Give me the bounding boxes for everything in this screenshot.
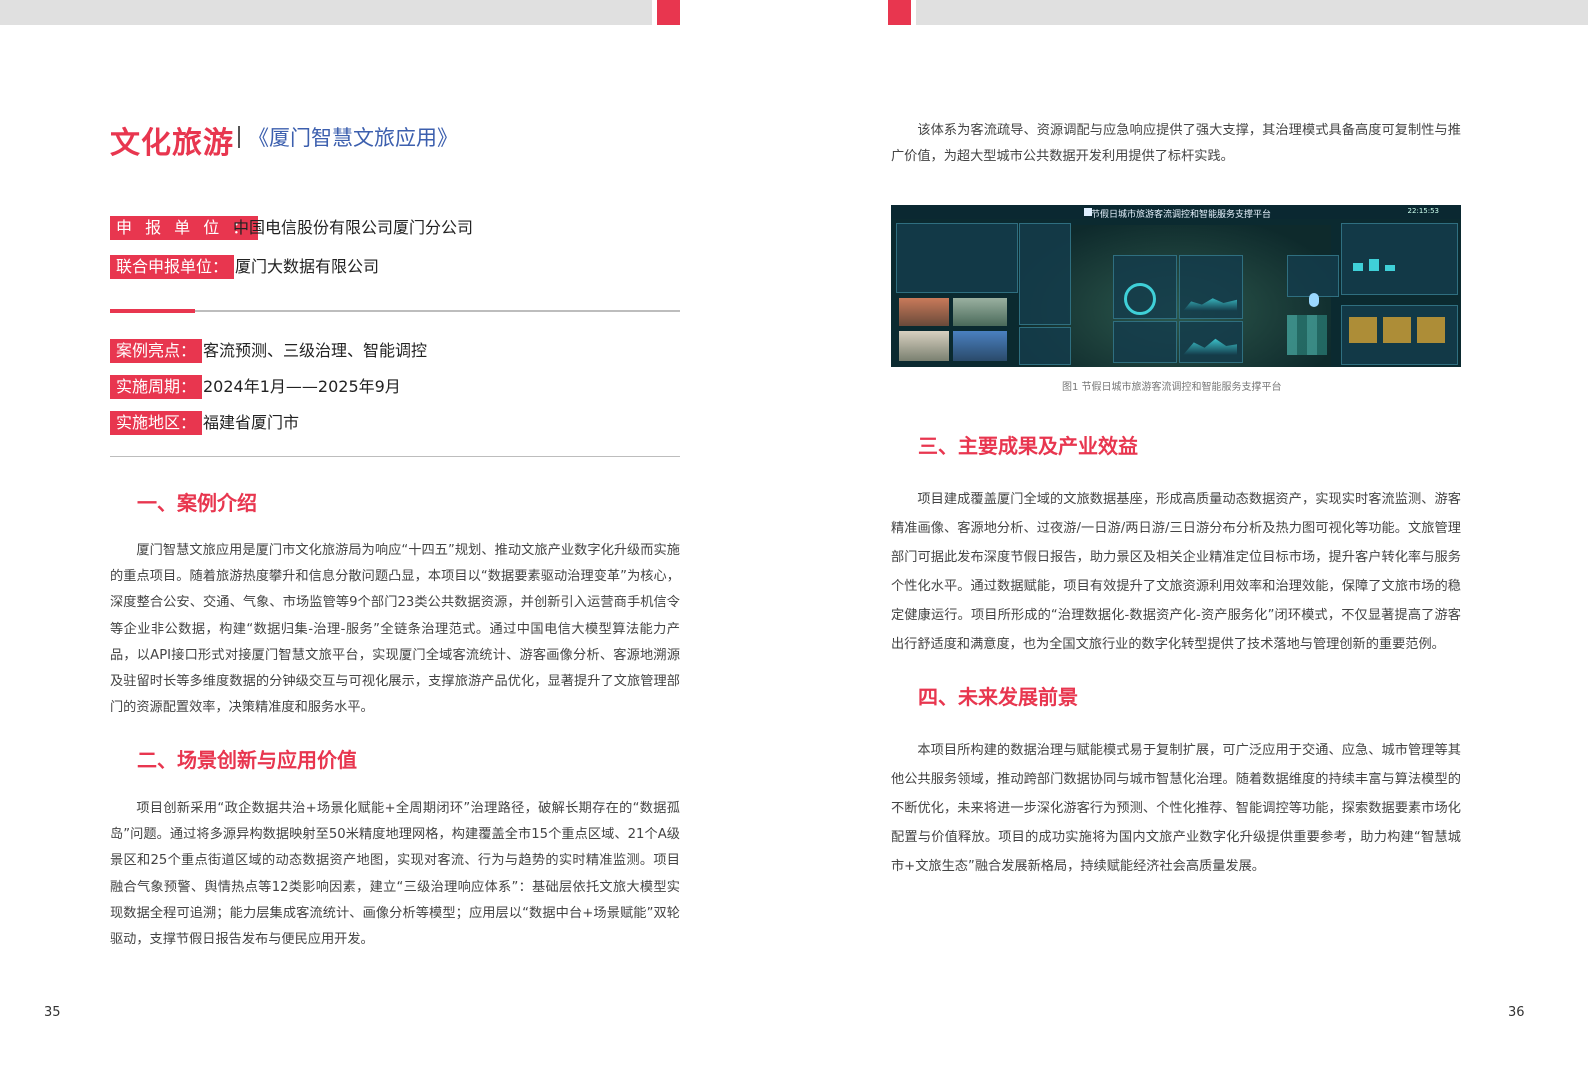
scenic-photo [899,298,949,326]
divider-thin [110,456,680,457]
period-label: 实施周期： [110,375,203,399]
dashboard-screenshot: 节假日城市旅游客流调控和智能服务支撑平台 22:15:53 [891,205,1461,367]
section-text-future: 本项目所构建的数据治理与赋能模式易于复制扩展，可广泛应用于交通、应急、城市管理等… [891,743,1461,874]
dashboard-title: 节假日城市旅游客流调控和智能服务支撑平台 [1091,210,1272,220]
dashboard-panel [1287,255,1339,297]
dashboard-panel [896,223,1018,293]
weather-tile [1349,317,1377,343]
highlights-value: 客流预测、三级治理、智能调控 [203,341,428,360]
page-number-right: 36 [1508,1005,1525,1020]
section-heading-innovation: 二、场景创新与应用价值 [137,748,357,772]
weather-tile [1383,317,1411,343]
title-separator [238,126,240,148]
header-bar-right [916,0,1588,25]
indicator-bar [1353,263,1363,271]
figure-caption: 图1 节假日城市旅游客流调控和智能服务支撑平台 [1062,382,1282,393]
header-bar-left [0,0,652,25]
intro-text-right: 该体系为客流疏导、资源调配与应急响应提供了强大支撑，其治理模式具备高度可复制性与… [891,123,1461,165]
period-value: 2024年1月——2025年9月 [203,377,401,396]
section-text-intro: 厦门智慧文旅应用是厦门市文化旅游局为响应“十四五”规划、推动文旅产业数字化升级而… [110,543,680,716]
section-heading-intro: 一、案例介绍 [137,491,257,515]
dashboard-time: 22:15:53 [1407,207,1439,215]
indicator-bar [1369,259,1379,271]
dashboard-panel [1179,321,1243,363]
highlights-label: 案例亮点： [110,339,203,363]
page-subtitle: 《厦门智慧文旅应用》 [248,126,458,150]
region-value: 福建省厦门市 [203,413,300,432]
page-number-left: 35 [44,1005,61,1020]
dashboard-panel [1019,327,1071,365]
scenic-photo [953,331,1007,361]
robot-icon [1309,293,1319,307]
gauge-ring [1124,283,1156,315]
co-applicant-label: 联合申报单位： [110,255,235,279]
scenic-photo [953,298,1007,326]
weather-tile [1417,317,1445,343]
section-text-innovation: 项目创新采用“政企数据共治+场景化赋能+全周期闭环”治理路径，破解长期存在的“数… [110,801,680,948]
co-applicant-value: 厦门大数据有限公司 [235,257,380,276]
section-text-results: 项目建成覆盖厦门全域的文旅数据基座，形成高质量动态数据资产，实现实时客流监测、游… [891,492,1461,652]
dashboard-panel [1019,223,1071,325]
header-accent-right [888,0,911,25]
section-heading-results: 三、主要成果及产业效益 [918,434,1138,458]
divider-gray [110,310,680,312]
region-label: 实施地区： [110,411,203,435]
applicant-value: 中国电信股份有限公司厦门分公司 [233,218,474,237]
divider-accent [110,309,195,313]
indicator-bar [1385,265,1395,271]
dashboard-panel [1113,321,1177,363]
page-title: 文化旅游 [110,126,234,161]
scenic-photo [899,331,949,361]
blurred-region [1287,315,1327,355]
dashboard-panel [1341,223,1458,295]
section-heading-future: 四、未来发展前景 [918,685,1078,709]
header-accent-left [657,0,680,25]
